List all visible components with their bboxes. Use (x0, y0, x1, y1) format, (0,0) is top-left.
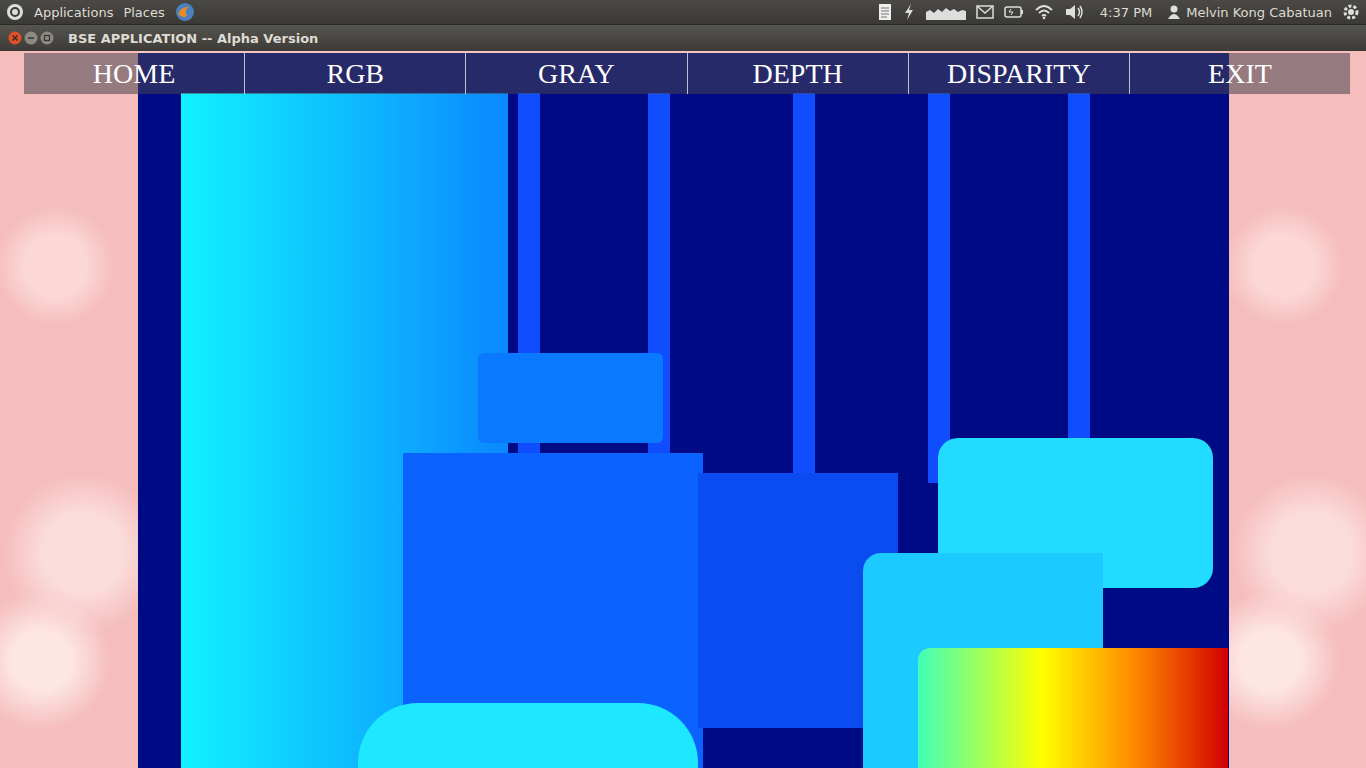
depth-region (358, 703, 698, 768)
document-icon[interactable] (878, 3, 892, 21)
depth-image (138, 53, 1229, 768)
nav-button[interactable]: RGB (244, 53, 465, 94)
nav-button[interactable]: DISPARITY (908, 53, 1129, 94)
volume-icon[interactable] (1064, 4, 1084, 20)
depth-region (793, 93, 815, 483)
system-monitor-icon[interactable] (926, 4, 966, 20)
nav-button[interactable]: HOME (24, 53, 244, 94)
depth-region (478, 353, 663, 443)
background-left (0, 51, 138, 768)
maximize-icon[interactable] (40, 31, 54, 45)
mail-icon[interactable] (976, 5, 994, 19)
depth-region (928, 93, 950, 483)
gear-icon[interactable] (1342, 3, 1360, 21)
background-right (1229, 51, 1366, 768)
window-titlebar[interactable]: BSE APPLICATION -- Alpha Version (0, 24, 1366, 51)
power-icon[interactable] (902, 3, 916, 21)
battery-icon[interactable] (1004, 6, 1024, 18)
depth-region (1068, 93, 1090, 483)
nav-button[interactable]: EXIT (1129, 53, 1350, 94)
ubuntu-logo-icon[interactable] (6, 3, 24, 21)
desktop: Applications Places 4:37 PM Melvin Kong C… (0, 0, 1366, 768)
minimize-icon[interactable] (24, 31, 38, 45)
app-content: HOMERGBGRAYDEPTHDISPARITYEXIT (0, 51, 1366, 768)
panel-menu[interactable]: Applications (34, 5, 113, 20)
nav-button[interactable]: DEPTH (687, 53, 908, 94)
window-title: BSE APPLICATION -- Alpha Version (68, 31, 318, 46)
top-panel: Applications Places 4:37 PM Melvin Kong C… (0, 0, 1366, 24)
firefox-icon[interactable] (175, 2, 195, 22)
user-icon (1168, 5, 1180, 19)
nav-button[interactable]: GRAY (465, 53, 686, 94)
wifi-icon[interactable] (1034, 4, 1054, 20)
clock[interactable]: 4:37 PM (1100, 5, 1152, 20)
depth-region (918, 648, 1228, 768)
nav-bar: HOMERGBGRAYDEPTHDISPARITYEXIT (24, 53, 1350, 94)
user-name: Melvin Kong Cabatuan (1186, 5, 1332, 20)
close-icon[interactable] (8, 31, 22, 45)
user-menu[interactable]: Melvin Kong Cabatuan (1168, 5, 1332, 20)
panel-menu[interactable]: Places (123, 5, 164, 20)
